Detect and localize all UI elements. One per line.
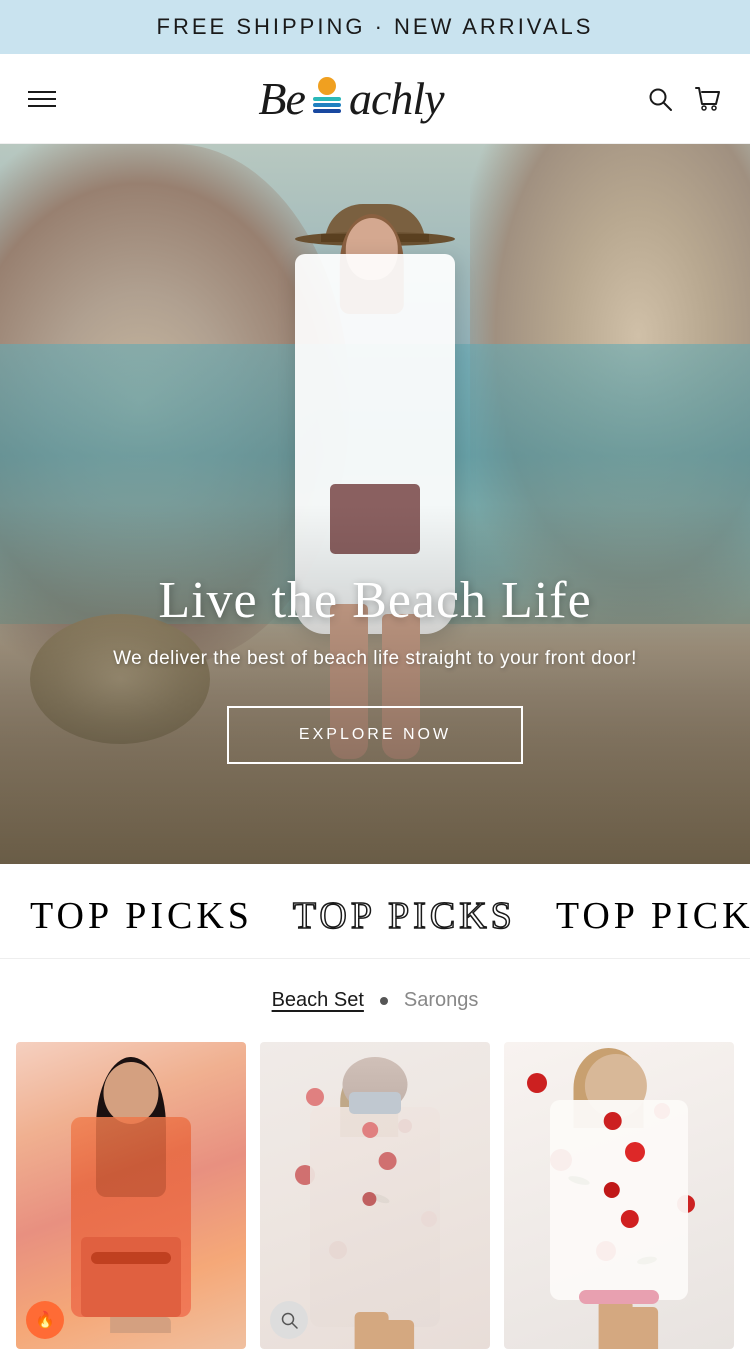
explore-now-button[interactable]: EXPLORE NOW	[227, 706, 523, 764]
top-picks-item-3: TOP PICKS	[556, 894, 750, 938]
search-icon[interactable]	[646, 85, 674, 113]
p3-s-flower-3	[604, 1182, 620, 1198]
top-banner: FREE SHIPPING · NEW ARRIVALS	[0, 0, 750, 54]
product-grid: 🔥	[0, 1032, 750, 1369]
hero-content: Live the Beach Life We deliver the best …	[0, 571, 750, 764]
logo-waves-icon	[313, 97, 341, 113]
logo-decoration	[313, 77, 341, 113]
p1-tie	[91, 1252, 171, 1264]
wave-line-3	[313, 109, 341, 113]
menu-button[interactable]	[28, 91, 56, 107]
p3-waistband	[579, 1290, 659, 1304]
header-icons	[646, 85, 722, 113]
p3-flower-1	[527, 1073, 547, 1093]
filter-tabs: Beach Set Sarongs	[0, 959, 750, 1032]
banner-text: FREE SHIPPING · NEW ARRIVALS	[157, 14, 594, 39]
product-card-3[interactable]	[504, 1042, 734, 1349]
filter-tab-beach-set[interactable]: Beach Set	[272, 989, 364, 1012]
p2-flower-1	[306, 1088, 324, 1106]
logo-text-2: achly	[349, 72, 444, 125]
header: Be achly	[0, 54, 750, 144]
filter-tab-sarongs[interactable]: Sarongs	[404, 989, 479, 1012]
product-card-1[interactable]: 🔥	[16, 1042, 246, 1349]
product-2-badge	[270, 1301, 308, 1339]
top-picks-marquee: TOP PICKS TOP PICKS TOP PICKS	[0, 864, 750, 959]
menu-line-2	[28, 98, 56, 100]
p1-bottom	[81, 1237, 181, 1317]
hero-subtitle: We deliver the best of beach life straig…	[40, 648, 710, 670]
p2-kimono	[310, 1107, 440, 1327]
p3-leg-r	[624, 1307, 658, 1349]
wave-line-1	[313, 97, 341, 101]
logo-sun-icon	[318, 77, 336, 95]
logo[interactable]: Be achly	[56, 72, 646, 125]
p1-leg-r	[133, 1317, 171, 1333]
filter-separator	[380, 997, 388, 1005]
hero-section: Live the Beach Life We deliver the best …	[0, 144, 750, 864]
top-picks-item-2: TOP PICKS	[293, 894, 516, 938]
p2-k-flower-3	[362, 1192, 376, 1206]
wave-line-2	[313, 103, 341, 107]
p2-k-flower-1	[362, 1122, 378, 1138]
p3-s-flower-1	[604, 1112, 622, 1130]
product-1-badge: 🔥	[26, 1301, 64, 1339]
p2-k-flower-2	[379, 1152, 397, 1170]
p1-face	[104, 1062, 159, 1124]
cart-icon[interactable]	[694, 85, 722, 113]
top-picks-item-1: TOP PICKS	[0, 894, 253, 938]
hero-title: Live the Beach Life	[40, 571, 710, 630]
product-3-image	[504, 1042, 734, 1349]
p3-s-flower-2	[625, 1142, 645, 1162]
p3-s-flower-4	[621, 1210, 639, 1228]
product-card-2[interactable]	[260, 1042, 490, 1349]
logo-text: Be	[258, 72, 305, 125]
p2-leg-r	[380, 1320, 414, 1349]
p3-shirt	[550, 1100, 688, 1300]
product-1-image	[39, 1057, 223, 1333]
menu-line-1	[28, 91, 56, 93]
p2-bikini-top	[349, 1092, 401, 1114]
menu-line-3	[28, 105, 56, 107]
